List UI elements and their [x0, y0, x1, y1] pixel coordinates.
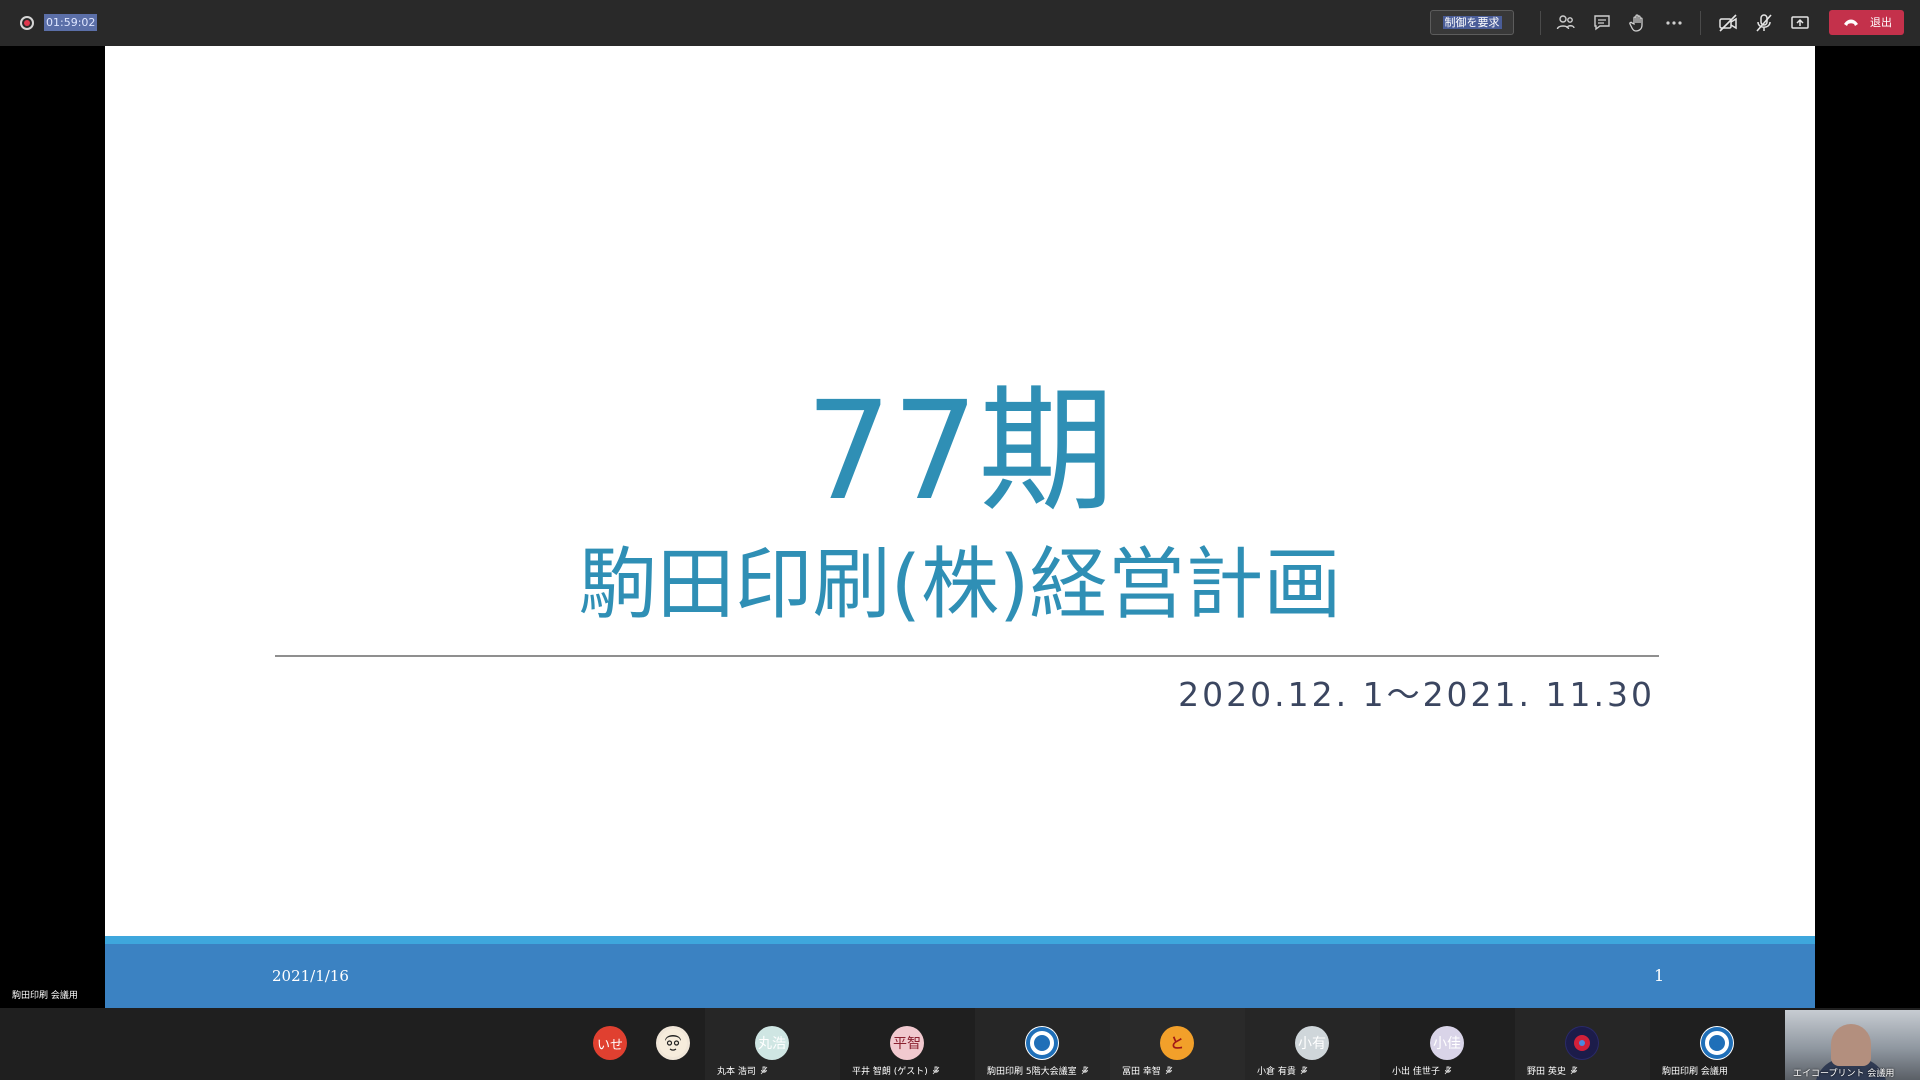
mic-off-icon[interactable] [1752, 11, 1776, 35]
participant-avatar: 平智 [890, 1026, 924, 1060]
participant-avatar: 小有 [1295, 1026, 1329, 1060]
slide-page-number: 1 [1654, 966, 1665, 985]
participant-tile[interactable]: と 冨田 幸智 [1110, 1008, 1245, 1080]
recording-icon [20, 16, 34, 30]
slide-footer-accent [105, 936, 1815, 944]
participant-name: 丸本 浩司 [717, 1064, 768, 1077]
participant-tile[interactable]: 丸浩 丸本 浩司 [705, 1008, 840, 1080]
slide-period: 2020.12. 1～2021. 11.30 [1178, 675, 1655, 714]
leave-label: 退出 [1870, 16, 1892, 29]
slide-date: 2021/1/16 [272, 967, 349, 985]
meeting-toolbar: 01:59:02 制御を要求 退出 [0, 0, 1920, 46]
participant-tile[interactable]: 小佳 小出 佳世子 [1380, 1008, 1515, 1080]
presenter-name: 駒田印刷 会議用 [12, 991, 78, 1001]
mic-off-icon [1081, 1066, 1088, 1075]
company-logo-icon [1701, 1027, 1733, 1059]
participant-avatar: 丸浩 [755, 1026, 789, 1060]
participant-name: 駒田印刷 会議用 [1662, 1067, 1728, 1077]
company-logo-icon [1026, 1027, 1058, 1059]
participant-tile[interactable]: 駒田印刷 会議用 [1650, 1008, 1785, 1080]
participant-avatar: 小佳 [1430, 1026, 1464, 1060]
participant-name: 駒田印刷 5階大会議室 [987, 1064, 1089, 1077]
shared-slide: 77期 駒田印刷(株)経営計画 2020.12. 1～2021. 11.30 2… [105, 46, 1815, 1008]
participant-avatar [1700, 1026, 1734, 1060]
mic-off-icon [1300, 1066, 1308, 1075]
participant-avatar[interactable]: いせ [593, 1026, 627, 1060]
slide-title: 77期 [805, 373, 1115, 531]
leave-button[interactable]: 退出 [1829, 10, 1904, 35]
slide-footer: 2021/1/16 1 [105, 944, 1815, 1008]
participant-name: 平井 智朗 (ゲスト) [852, 1064, 940, 1077]
flower-photo-icon [1566, 1027, 1598, 1059]
participant-name: 野田 英史 [1527, 1064, 1578, 1077]
participant-avatar [1565, 1026, 1599, 1060]
meeting-timer: 01:59:02 [44, 14, 98, 31]
mic-off-icon [1165, 1066, 1173, 1075]
face-illustration-icon [659, 1029, 687, 1057]
mic-off-icon [932, 1066, 940, 1075]
participant-avatar: と [1160, 1026, 1194, 1060]
participant-name: 小倉 有貴 [1257, 1064, 1308, 1077]
participant-tile[interactable]: 小有 小倉 有貴 [1245, 1008, 1380, 1080]
video-person-face [1831, 1024, 1871, 1066]
camera-off-icon[interactable] [1716, 11, 1740, 35]
mic-off-icon [760, 1066, 768, 1075]
participant-tile[interactable]: 平智 平井 智朗 (ゲスト) [840, 1008, 975, 1080]
chat-icon[interactable] [1590, 11, 1614, 35]
slide-subtitle: 駒田印刷(株)経営計画 [578, 540, 1342, 630]
participant-name: 小出 佳世子 [1392, 1064, 1452, 1077]
participants-icon[interactable] [1554, 11, 1578, 35]
participant-name: エイコープリント 会議用 [1793, 1069, 1895, 1079]
participants-bar: いせ 丸浩 丸本 浩司 平智 平井 智朗 (ゲスト) 駒田印刷 5階大会議室 と… [0, 1008, 1920, 1080]
more-options-icon[interactable] [1662, 11, 1686, 35]
participant-tile[interactable]: 駒田印刷 5階大会議室 [975, 1008, 1110, 1080]
participant-video-tile[interactable]: エイコープリント 会議用 [1785, 1010, 1920, 1080]
participant-tile[interactable]: 野田 英史 [1515, 1008, 1650, 1080]
mic-off-icon [1444, 1066, 1452, 1075]
slide-divider [275, 655, 1659, 657]
request-control-button[interactable]: 制御を要求 [1430, 10, 1514, 35]
phone-hangup-icon [1844, 19, 1858, 26]
participant-avatar[interactable] [656, 1026, 690, 1060]
raise-hand-icon[interactable] [1626, 11, 1650, 35]
participant-name: 冨田 幸智 [1122, 1064, 1173, 1077]
share-screen-icon[interactable] [1788, 11, 1812, 35]
request-control-label: 制御を要求 [1442, 16, 1502, 29]
toolbar-divider [1700, 11, 1701, 35]
participant-avatar [1025, 1026, 1059, 1060]
toolbar-divider [1540, 11, 1541, 35]
mic-off-icon [1570, 1066, 1578, 1075]
